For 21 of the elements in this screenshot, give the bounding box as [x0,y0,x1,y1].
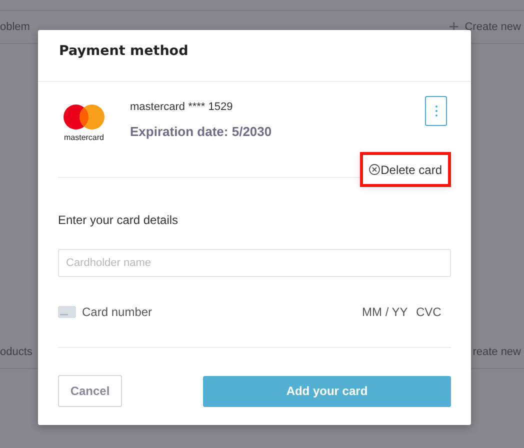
add-card-button[interactable]: Add your card [203,376,451,406]
cvc-field[interactable]: CVC [416,305,444,319]
expiry-field[interactable]: MM / YY [362,305,412,319]
logo-circles-icon [63,104,105,130]
dialog-title: Payment method [38,30,471,82]
form-heading: Enter your card details [58,213,180,227]
section-title: oblem [0,21,30,33]
credit-card-icon [58,306,76,318]
cancel-button[interactable]: Cancel [58,375,122,407]
delete-card-menu-item[interactable]: Delete card [360,152,451,187]
more-icon [434,105,438,117]
section-title: oducts [0,346,32,358]
more-button[interactable] [425,96,447,126]
close-circle-icon [369,164,380,175]
expiry-date: Expiration date: 5/2030 [130,124,273,139]
logo-text: mastercard [64,133,104,142]
card-label: mastercard **** 1529 [130,101,234,113]
create-new-link[interactable]: Create new [464,21,521,33]
card-number-field[interactable]: Card number [82,305,192,319]
create-new-link[interactable]: reate new [472,346,521,358]
cardholder-name-field[interactable]: Cardholder name [58,249,451,277]
